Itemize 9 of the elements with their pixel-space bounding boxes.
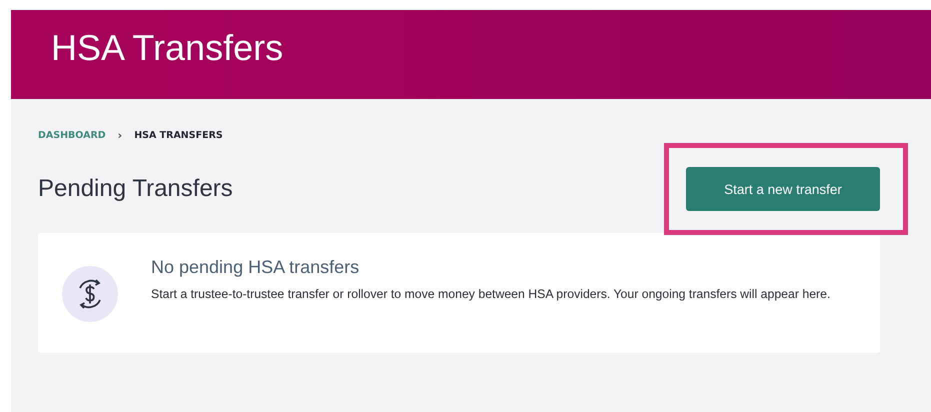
empty-state-title: No pending HSA transfers	[151, 257, 360, 278]
section-heading: Pending Transfers	[38, 175, 233, 203]
breadcrumb-current: HSA TRANSFERS	[134, 130, 223, 141]
dollar-exchange-icon	[62, 266, 118, 322]
page-title: HSA Transfers	[51, 26, 284, 68]
breadcrumb-link[interactable]: DASHBOARD	[38, 130, 106, 141]
empty-state-message: Start a trustee-to-trustee transfer or rollover to move money between HSA providers. Your ongoing transfers will appear here.	[151, 286, 830, 303]
start-transfer-button[interactable]: Start a new transfer	[686, 167, 880, 211]
breadcrumb-separator: ›	[118, 129, 122, 142]
